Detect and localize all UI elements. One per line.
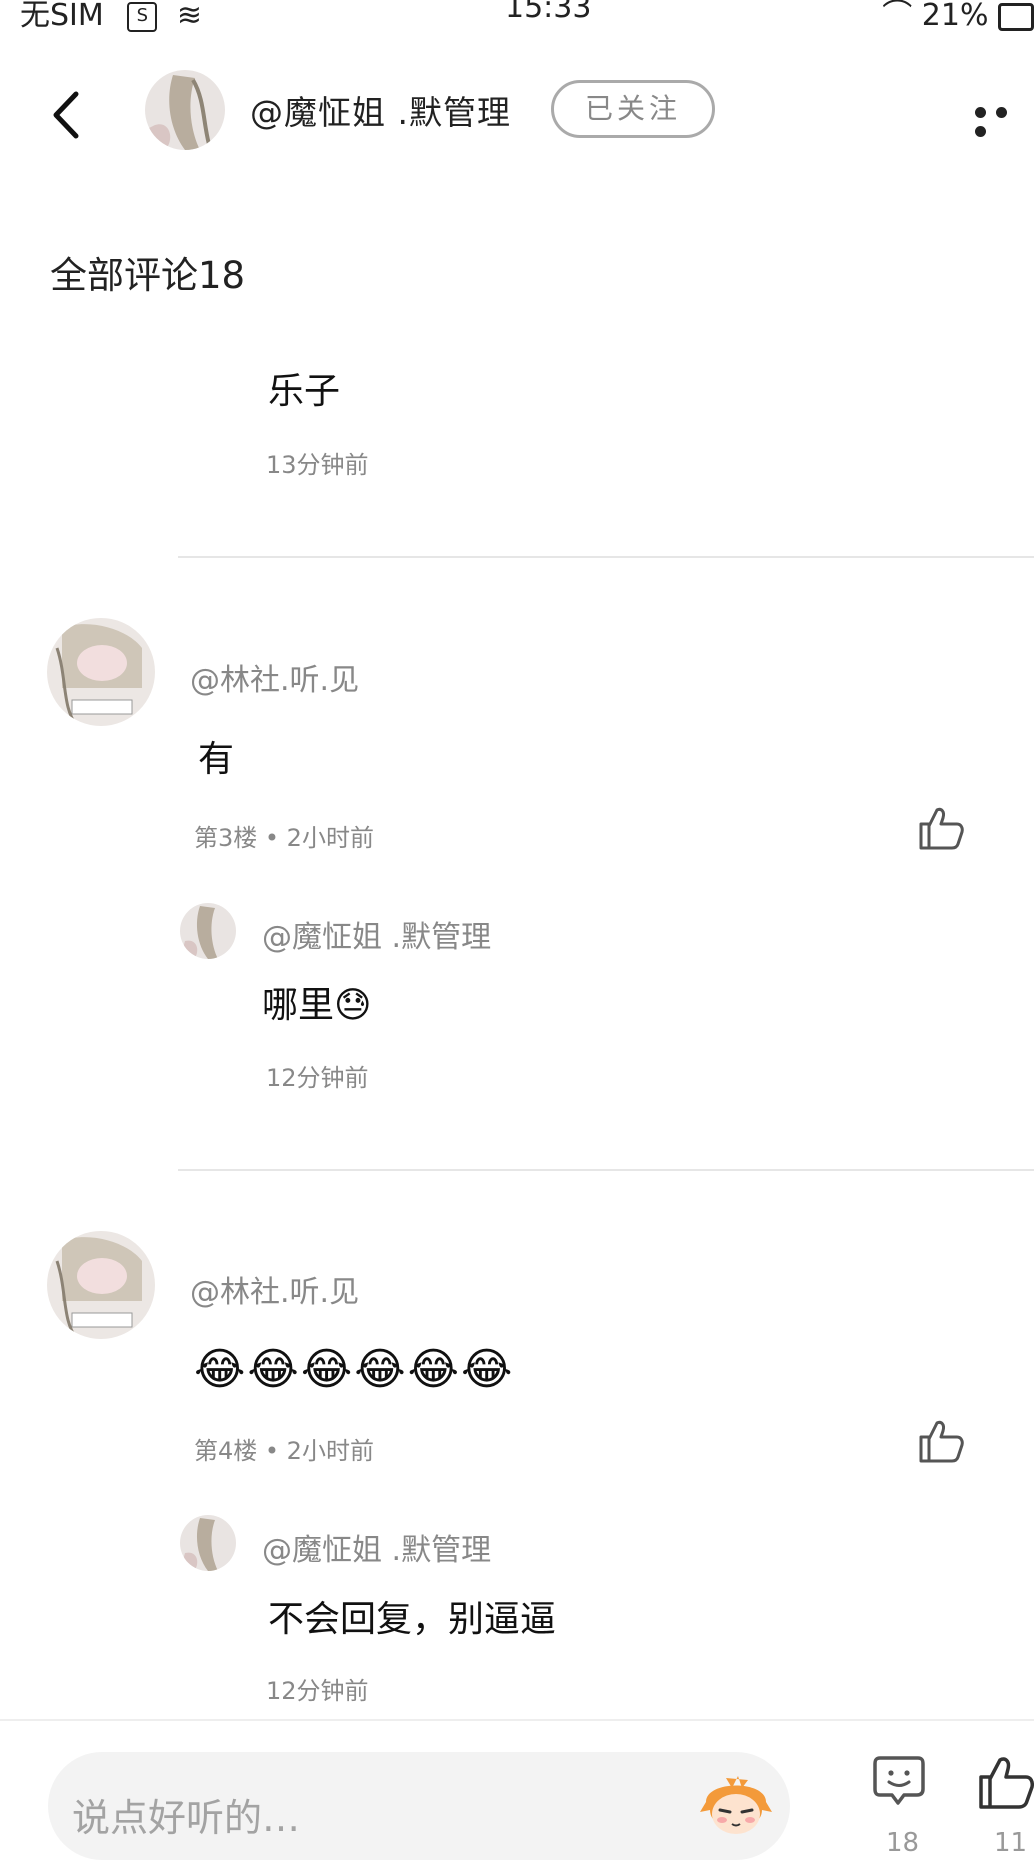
- divider: [178, 556, 1034, 558]
- status-right: ⌒ 21%: [882, 0, 1034, 34]
- commenter-avatar[interactable]: [47, 618, 155, 726]
- comments-title: 全部评论18: [50, 254, 246, 297]
- comment-text[interactable]: 😂😂😂😂😂😂: [194, 1344, 514, 1395]
- app-s-icon: S: [127, 1, 158, 32]
- like-count: 11: [994, 1828, 1028, 1858]
- thumbs-up-icon: [919, 807, 964, 850]
- commenter-username[interactable]: @林社.听.见: [190, 655, 359, 699]
- thumbs-up-icon: [919, 1420, 964, 1463]
- status-time: 15:33: [505, 0, 592, 25]
- wifi-icon: ⌒: [882, 0, 913, 33]
- comment-count-button[interactable]: [872, 1755, 926, 1807]
- more-dot: [975, 126, 986, 137]
- reply-time: 12分钟前: [266, 1064, 369, 1092]
- comment-text[interactable]: 有: [198, 730, 234, 782]
- more-dot: [975, 107, 986, 118]
- like-button[interactable]: [917, 1417, 965, 1465]
- carrier-label: 无SIM: [20, 0, 104, 33]
- comment-meta: 第4楼 • 2小时前: [194, 1437, 374, 1465]
- battery-icon: [998, 2, 1034, 31]
- emoji-mascot-icon[interactable]: [696, 1772, 776, 1844]
- comment-count: 18: [886, 1828, 920, 1858]
- bottom-divider: [0, 1719, 1034, 1721]
- more-button[interactable]: [975, 103, 1034, 141]
- replier-username[interactable]: @魔怔姐 .默管理: [262, 912, 491, 956]
- replier-avatar[interactable]: [180, 1515, 236, 1571]
- battery-label: 21%: [921, 0, 989, 33]
- author-username[interactable]: @魔怔姐 .默管理: [250, 86, 511, 134]
- commenter-avatar[interactable]: [47, 1231, 155, 1339]
- replier-username[interactable]: @魔怔姐 .默管理: [262, 1525, 491, 1569]
- like-button[interactable]: [917, 804, 965, 852]
- comment-bubble-icon: [873, 1756, 925, 1805]
- comment-input-placeholder[interactable]: 说点好听的…: [72, 1787, 300, 1842]
- reply-text[interactable]: 哪里😓: [262, 976, 372, 1028]
- follow-button[interactable]: 已关注: [551, 80, 715, 138]
- like-count-button[interactable]: [978, 1755, 1034, 1811]
- author-avatar[interactable]: [145, 70, 225, 150]
- reply-text[interactable]: 乐子: [268, 362, 340, 414]
- status-left: 无SIM S ≋: [20, 0, 202, 34]
- divider: [178, 1169, 1034, 1171]
- reply-time: 12分钟前: [266, 1677, 369, 1705]
- reply-time: 13分钟前: [266, 451, 369, 479]
- commenter-username[interactable]: @林社.听.见: [190, 1267, 359, 1311]
- back-button[interactable]: [48, 90, 88, 140]
- more-dot: [996, 107, 1007, 118]
- comment-meta: 第3楼 • 2小时前: [194, 824, 374, 852]
- reply-text[interactable]: 不会回复，别逼逼: [268, 1590, 556, 1642]
- stack-icon: ≋: [176, 0, 203, 33]
- replier-avatar[interactable]: [180, 903, 236, 959]
- status-bar: 无SIM S ≋ 15:33 ⌒ 21%: [0, 0, 1034, 33]
- thumbs-up-icon: [979, 1757, 1034, 1809]
- chevron-left-icon: [53, 91, 79, 139]
